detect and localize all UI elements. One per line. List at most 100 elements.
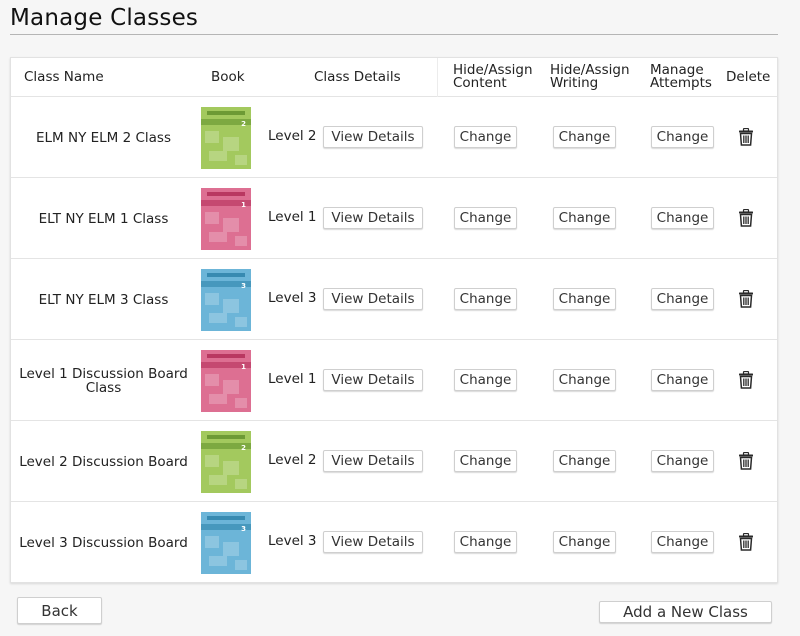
header-manage-attempts-line2: Attempts (650, 75, 712, 91)
classes-table: Class Name Book Class Details Hide/Assig… (10, 57, 778, 583)
view-details-button[interactable]: View Details (323, 369, 423, 391)
book-number: 1 (241, 363, 246, 371)
change-content-button[interactable]: Change (454, 126, 517, 148)
trash-icon[interactable] (738, 208, 754, 227)
trash-icon[interactable] (738, 451, 754, 470)
class-name: ELT NY ELM 3 Class (11, 259, 196, 340)
change-writing-button[interactable]: Change (553, 207, 616, 229)
book-cover-pattern (223, 299, 239, 313)
view-details-button[interactable]: View Details (323, 126, 423, 148)
book-cover-title-band (207, 354, 245, 358)
book-cover-icon: 3 (201, 512, 251, 574)
book-cover-pattern (223, 380, 239, 394)
book-cover-pattern (205, 374, 219, 386)
change-content-button[interactable]: Change (454, 450, 517, 472)
change-attempts-button[interactable]: Change (651, 207, 714, 229)
change-attempts-button[interactable]: Change (651, 531, 714, 553)
change-attempts-button[interactable]: Change (651, 288, 714, 310)
class-level: Level 2 (268, 128, 317, 144)
book-cover-icon: 2 (201, 431, 251, 493)
book-cover-title-band (207, 516, 245, 520)
book-cover-pattern (205, 455, 219, 467)
book-cover-pattern (235, 398, 247, 408)
book-cover-title-band (207, 192, 245, 196)
book-cover-pattern (209, 556, 227, 566)
change-content-button[interactable]: Change (454, 369, 517, 391)
book-cover-icon: 2 (201, 107, 251, 169)
page-title: Manage Classes (10, 5, 199, 31)
table-header: Class Name Book Class Details Hide/Assig… (11, 58, 777, 97)
book-cover-pattern (235, 479, 247, 489)
book-cover-title-band (207, 435, 245, 439)
book-number: 3 (241, 282, 246, 290)
class-level: Level 1 (268, 209, 317, 225)
book-cover-pattern (209, 394, 227, 404)
book-cover-pattern (223, 218, 239, 232)
book-cover-pattern (223, 137, 239, 151)
change-attempts-button[interactable]: Change (651, 450, 714, 472)
class-name: ELT NY ELM 1 Class (11, 178, 196, 259)
change-writing-button[interactable]: Change (553, 288, 616, 310)
book-cover-pattern (209, 475, 227, 485)
book-cover-pattern (209, 151, 227, 161)
view-details-button[interactable]: View Details (323, 207, 423, 229)
view-details-button[interactable]: View Details (323, 450, 423, 472)
class-name: ELM NY ELM 2 Class (11, 97, 196, 178)
change-content-button[interactable]: Change (454, 531, 517, 553)
header-class-details: Class Details (314, 69, 401, 85)
book-cover-icon: 1 (201, 188, 251, 250)
trash-icon[interactable] (738, 370, 754, 389)
book-number: 1 (241, 201, 246, 209)
book-cover-pattern (235, 236, 247, 246)
class-name-text: ELM NY ELM 2 Class (35, 129, 171, 146)
trash-icon[interactable] (738, 289, 754, 308)
class-level: Level 3 (268, 290, 317, 306)
change-attempts-button[interactable]: Change (651, 126, 714, 148)
book-cover-pattern (235, 317, 247, 327)
class-level: Level 1 (268, 371, 317, 387)
class-name-text: Level 2 Discussion Board (19, 453, 188, 470)
table-row: ELT NY ELM 1 Class 1 Level 1 View Details Ch… (11, 178, 777, 259)
header-class-name: Class Name (24, 69, 104, 85)
add-new-class-button[interactable]: Add a New Class (599, 601, 772, 623)
class-name-text: Level 1 Discussion Board Class (19, 365, 188, 396)
class-name-text: ELT NY ELM 3 Class (38, 291, 169, 308)
book-cover-pattern (205, 212, 219, 224)
book-cover-pattern (223, 542, 239, 556)
trash-icon[interactable] (738, 127, 754, 146)
class-level: Level 2 (268, 452, 317, 468)
header-hide-assign-writing: Hide/Assign Writing (550, 63, 630, 90)
view-details-button[interactable]: View Details (323, 531, 423, 553)
table-row: ELT NY ELM 3 Class 3 Level 3 View Details Ch… (11, 259, 777, 340)
book-cover-pattern (209, 232, 227, 242)
book-cover-pattern (223, 461, 239, 475)
change-content-button[interactable]: Change (454, 288, 517, 310)
change-attempts-button[interactable]: Change (651, 369, 714, 391)
change-writing-button[interactable]: Change (553, 450, 616, 472)
change-content-button[interactable]: Change (454, 207, 517, 229)
change-writing-button[interactable]: Change (553, 369, 616, 391)
class-name-text: ELT NY ELM 1 Class (38, 210, 169, 227)
class-name: Level 2 Discussion Board (11, 421, 196, 502)
book-cover-pattern (209, 313, 227, 323)
view-details-button[interactable]: View Details (323, 288, 423, 310)
trash-icon[interactable] (738, 532, 754, 551)
table-row: Level 1 Discussion Board Class 1 Level 1 Vi… (11, 340, 777, 421)
header-hide-assign-content: Hide/Assign Content (453, 63, 533, 90)
back-button[interactable]: Back (17, 597, 102, 624)
book-cover-pattern (205, 536, 219, 548)
table-row: Level 3 Discussion Board 3 Level 3 View Det… (11, 502, 777, 583)
book-cover-pattern (205, 293, 219, 305)
book-cover-pattern (235, 155, 247, 165)
book-cover-title-band (207, 111, 245, 115)
header-book: Book (211, 69, 245, 85)
book-number: 3 (241, 525, 246, 533)
class-level: Level 3 (268, 533, 317, 549)
class-name: Level 1 Discussion Board Class (11, 340, 196, 421)
change-writing-button[interactable]: Change (553, 531, 616, 553)
table-row: ELM NY ELM 2 Class 2 Level 2 View Details Ch… (11, 97, 777, 178)
change-writing-button[interactable]: Change (553, 126, 616, 148)
class-name-text: Level 3 Discussion Board (19, 534, 188, 551)
header-manage-attempts: Manage Attempts (650, 63, 712, 91)
book-cover-pattern (205, 131, 219, 143)
